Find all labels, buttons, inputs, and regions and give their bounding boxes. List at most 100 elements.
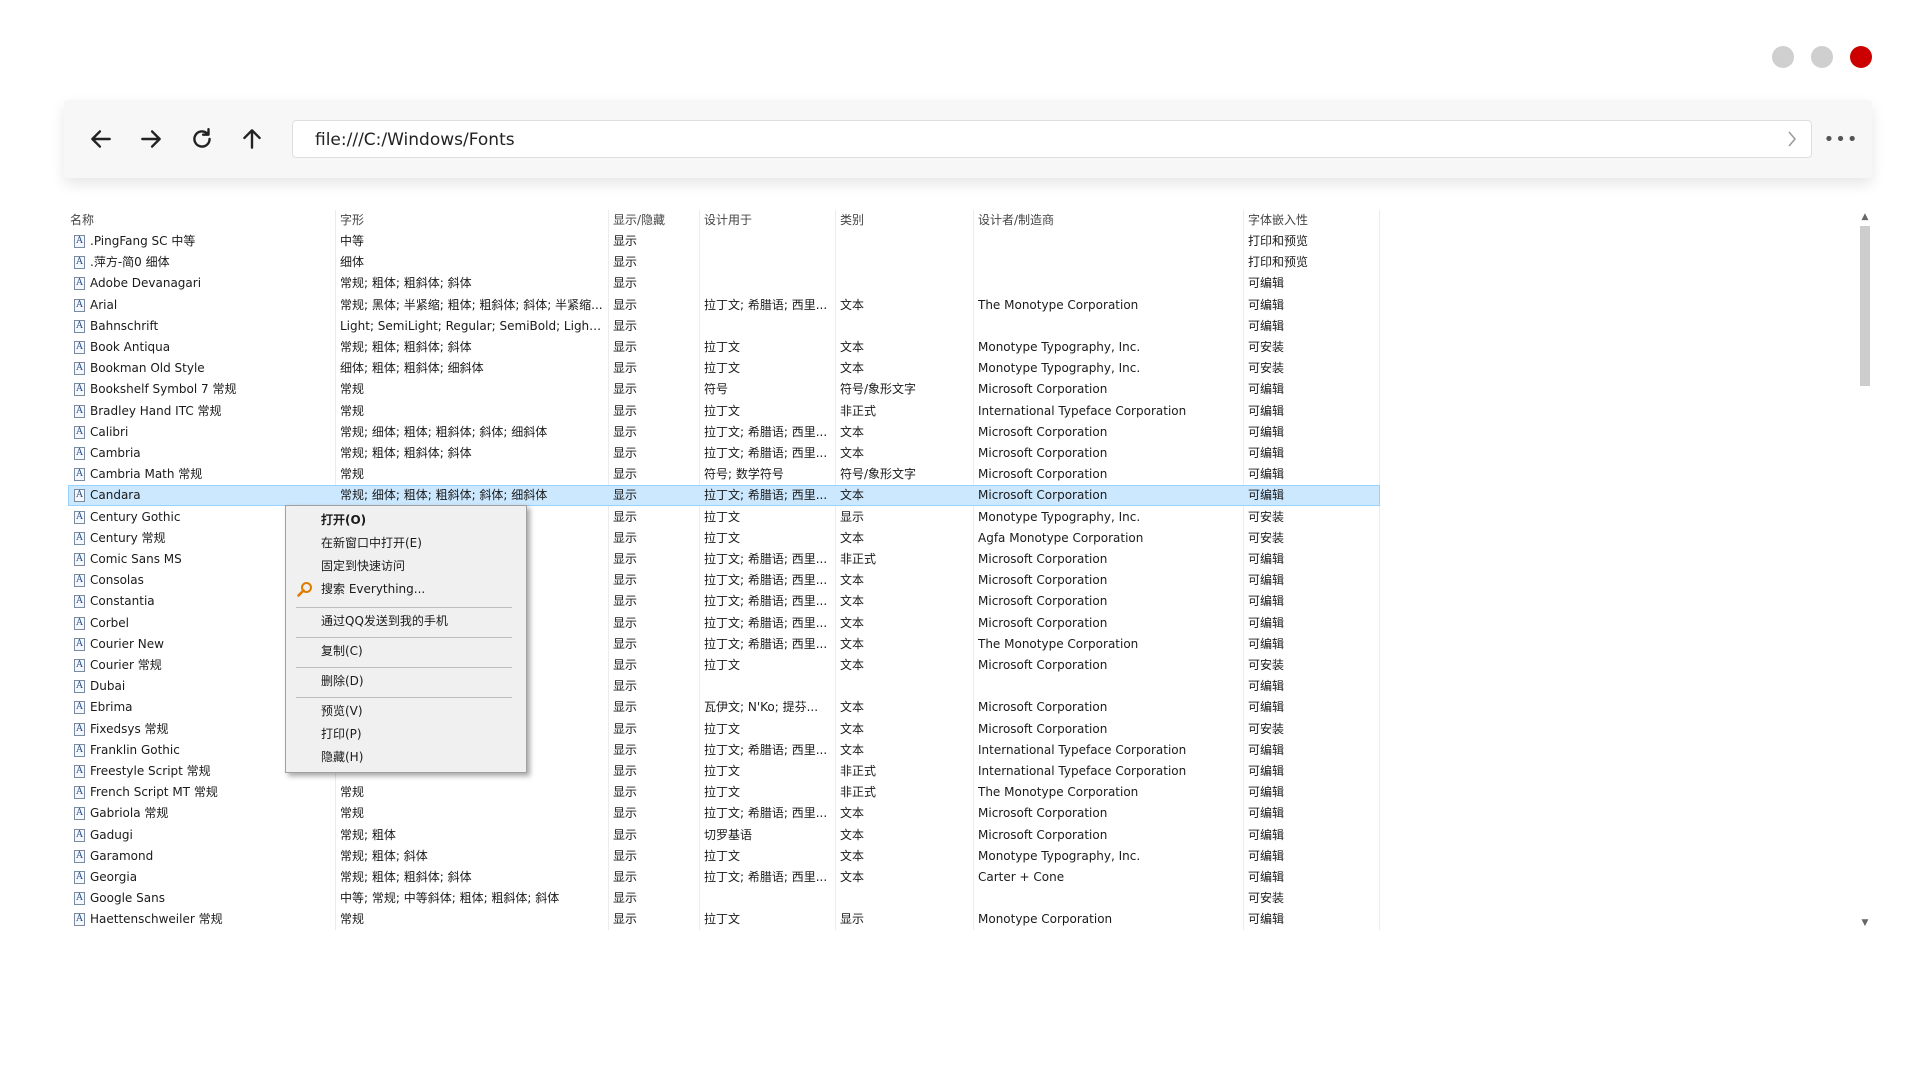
scroll-up-icon[interactable]: ▲ — [1858, 210, 1872, 224]
font-row[interactable]: A Cambria 常规; 粗体; 粗斜体; 斜体 显示 拉丁文; 希腊语; 西里...… — [68, 443, 1380, 464]
menu-item-preview[interactable]: 预览(V) — [288, 700, 524, 722]
font-name-label: Candara — [90, 488, 141, 503]
cell-font-name: A Arial — [70, 295, 320, 316]
cell-font-name: A Bahnschrift — [70, 316, 320, 337]
cell-designer: The Monotype Corporation — [978, 636, 1139, 651]
font-row[interactable]: A Constantia 显示 拉丁文; 希腊语; 西里... 文本 Microsoft … — [68, 591, 1380, 612]
font-row[interactable]: A Century 常规 显示 拉丁文 文本 Agfa Monotype Corporat… — [68, 528, 1380, 549]
font-row[interactable]: A Consolas 显示 拉丁文; 希腊语; 西里... 文本 Microsoft Co… — [68, 570, 1380, 591]
font-file-icon: A — [74, 595, 85, 609]
cell-designed-for: 切罗基语 — [704, 827, 753, 842]
menu-item-pin-quick-access[interactable]: 固定到快速访问 — [288, 555, 524, 577]
font-name-label: Courier 常规 — [90, 658, 162, 672]
reload-button[interactable] — [180, 100, 224, 178]
cell-font-name: A Cambria — [70, 443, 320, 464]
menu-item-print[interactable]: 打印(P) — [288, 723, 524, 745]
font-name-label: Corbel — [90, 615, 129, 630]
font-row[interactable]: A Bahnschrift Light; SemiLight; Regular; S… — [68, 316, 1380, 337]
more-menu-button[interactable]: ••• — [1823, 124, 1859, 154]
column-header-designer[interactable]: 设计者/制造商 — [978, 210, 1240, 231]
column-header-visibility[interactable]: 显示/隐藏 — [613, 210, 695, 231]
cell-font-styles: 常规 — [340, 382, 365, 397]
menu-item-send-qq[interactable]: 通过QQ发送到我的手机 — [288, 610, 524, 632]
cell-visibility: 显示 — [613, 234, 638, 248]
font-row[interactable]: A Garamond 常规; 粗体; 斜体 显示 拉丁文 文本 Monotype Typog… — [68, 846, 1380, 867]
menu-item-copy[interactable]: 复制(C) — [288, 640, 524, 662]
font-name-label: Fixedsys 常规 — [90, 721, 169, 736]
go-button[interactable] — [1783, 129, 1801, 149]
cell-category: 文本 — [840, 806, 865, 821]
scroll-down-icon[interactable]: ▼ — [1858, 916, 1872, 930]
column-header-styles[interactable]: 字形 — [340, 210, 603, 231]
font-row[interactable]: A .萍方-简0 细体 细体 显示 打印和预览 — [68, 252, 1380, 273]
up-button[interactable] — [230, 100, 274, 178]
menu-item-open-new-window[interactable]: 在新窗口中打开(E) — [288, 532, 524, 554]
font-row[interactable]: A Century Gothic 显示 拉丁文 显示 Monotype Typograph… — [68, 507, 1380, 528]
font-row[interactable]: A Bookshelf Symbol 7 常规 常规 显示 符号 符号/象形文字 Micro… — [68, 379, 1380, 400]
font-name-label: Garamond — [90, 848, 154, 863]
font-row[interactable]: A Cambria Math 常规 常规 显示 符号; 数学符号 符号/象形文字 Micro… — [68, 464, 1380, 485]
font-row[interactable]: A Comic Sans MS 显示 拉丁文; 希腊语; 西里... 非正式 Micros… — [68, 549, 1380, 570]
cell-visibility: 显示 — [613, 891, 638, 906]
font-row[interactable]: A Candara 常规; 细体; 粗体; 粗斜体; 斜体; 细斜体 显示 拉丁文; 希… — [68, 485, 1380, 507]
font-row[interactable]: A Google Sans 中等; 常规; 中等斜体; 粗体; 粗斜体; 斜体 显示 可… — [68, 888, 1380, 909]
font-row[interactable]: A Adobe Devanagari 常规; 粗体; 粗斜体; 斜体 显示 可编辑 — [68, 273, 1380, 294]
font-row[interactable]: A Haettenschweiler 常规 常规 显示 拉丁文 显示 Monotype Co… — [68, 909, 1380, 930]
font-row[interactable]: A Ebrima 显示 瓦伊文; N'Ko; 提芬... 文本 Microsoft Cor… — [68, 697, 1380, 718]
font-row[interactable]: A Gabriola 常规 常规 显示 拉丁文; 希腊语; 西里... 文本 Microso… — [68, 803, 1380, 824]
font-name-label: Bradley Hand ITC 常规 — [90, 403, 222, 418]
font-file-icon: A — [74, 807, 85, 821]
font-row[interactable]: A Bookman Old Style 细体; 粗体; 粗斜体; 细斜体 显示 拉丁文 文… — [68, 358, 1380, 379]
cell-font-styles: 常规; 粗体; 粗斜体; 斜体 — [340, 446, 472, 460]
font-row[interactable]: A Courier New 显示 拉丁文; 希腊语; 西里... 文本 The Monot… — [68, 634, 1380, 655]
font-row[interactable]: A Calibri 常规; 细体; 粗体; 粗斜体; 斜体; 细斜体 显示 拉丁文; 希… — [68, 422, 1380, 443]
back-button[interactable] — [79, 100, 123, 178]
cell-embeddability: 可编辑 — [1248, 424, 1285, 439]
vertical-scrollbar[interactable]: ▲ ▼ — [1858, 210, 1872, 930]
font-row[interactable]: ACorbel斜体显示拉丁文; 希腊语; 西里...文本Microsoft Co… — [68, 613, 1380, 634]
arrow-left-icon — [91, 130, 111, 148]
font-row[interactable]: A Courier 常规 显示 拉丁文 文本 Microsoft Corporation 可… — [68, 655, 1380, 676]
font-file-icon: A — [74, 298, 85, 312]
address-input[interactable] — [313, 121, 1757, 159]
forward-button[interactable] — [129, 100, 173, 178]
cell-designer: The Monotype Corporation — [978, 297, 1139, 312]
cell-embeddability: 可编辑 — [1248, 488, 1285, 503]
column-header-embeddability[interactable]: 字体嵌入性 — [1248, 210, 1368, 231]
font-row[interactable]: A French Script MT 常规 常规 显示 拉丁文 非正式 The Monoty… — [68, 782, 1380, 803]
font-row[interactable]: A Freestyle Script 常规 显示 拉丁文 非正式 Internationa… — [68, 761, 1380, 782]
more-icon: ••• — [1823, 128, 1859, 150]
column-header-designed-for[interactable]: 设计用于 — [704, 210, 829, 231]
font-row[interactable]: A Georgia 常规; 粗体; 粗斜体; 斜体 显示 拉丁文; 希腊语; 西里...… — [68, 867, 1380, 888]
font-row[interactable]: A Fixedsys 常规 显示 拉丁文 文本 Microsoft Corporation… — [68, 719, 1380, 740]
menu-item-open[interactable]: 打开(O) — [288, 509, 524, 531]
close-button[interactable] — [1850, 46, 1872, 68]
cell-font-name: A Comic Sans MS — [70, 549, 320, 570]
browser-toolbar: ••• — [64, 100, 1872, 178]
cell-designer — [978, 888, 1240, 909]
cell-category: 文本 — [840, 361, 865, 376]
cell-font-styles: 常规; 粗体; 粗斜体; 斜体 — [340, 276, 472, 291]
cell-font-name: A Bookman Old Style — [70, 358, 320, 379]
font-row[interactable]: A Arial 常规; 黑体; 半紧缩; 粗体; 粗斜体; 斜体; 半紧缩... 显示… — [68, 295, 1380, 316]
font-row[interactable]: A Gadugi 常规; 粗体 显示 切罗基语 文本 Microsoft Corporati… — [68, 825, 1380, 846]
font-row[interactable]: A Dubai 显示 可编辑 — [68, 676, 1380, 697]
minimize-button[interactable] — [1772, 46, 1794, 68]
font-row[interactable]: A Franklin Gothic 显示 拉丁文; 希腊语; 西里... 文本 Inter… — [68, 740, 1380, 761]
column-header-name[interactable]: 名称 — [70, 210, 320, 231]
font-row[interactable]: A Book Antiqua 常规; 粗体; 粗斜体; 斜体 显示 拉丁文 文本 Monot… — [68, 337, 1380, 358]
font-row[interactable]: A Bradley Hand ITC 常规 常规 显示 拉丁文 非正式 Internatio… — [68, 401, 1380, 422]
cell-visibility: 显示 — [613, 827, 638, 842]
menu-item-search-everything[interactable]: 搜索 Everything... — [288, 578, 524, 600]
cell-visibility: 显示 — [613, 403, 638, 418]
menu-item-hide[interactable]: 隐藏(H) — [288, 746, 524, 768]
cell-embeddability: 可编辑 — [1248, 573, 1285, 588]
menu-item-delete[interactable]: 删除(D) — [288, 670, 524, 692]
scrollbar-thumb[interactable] — [1860, 226, 1870, 386]
column-header-category[interactable]: 类别 — [840, 210, 968, 231]
font-row[interactable]: A .PingFang SC 中等 中等 显示 打印和预览 — [68, 231, 1380, 252]
cell-embeddability: 可编辑 — [1248, 467, 1285, 482]
cell-designer: Monotype Typography, Inc. — [978, 848, 1141, 863]
maximize-button[interactable] — [1811, 46, 1833, 68]
font-file-icon: A — [74, 489, 85, 503]
